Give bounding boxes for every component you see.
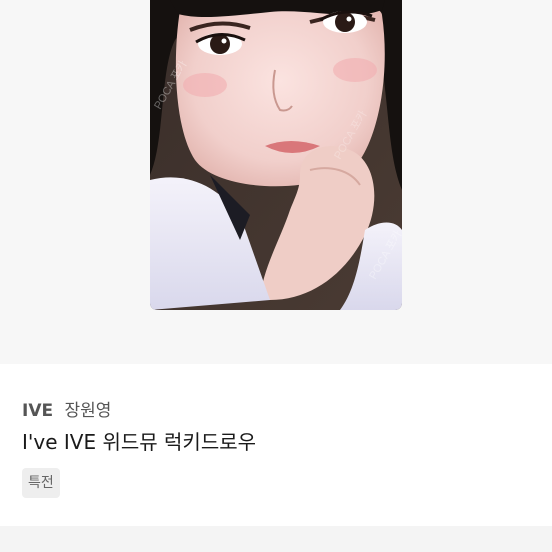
product-detail-page: POCA 포카 POCA 포카 POCA 포카 IVE 장원영 I've IVE…	[0, 0, 552, 552]
photocard-image[interactable]: POCA 포카 POCA 포카 POCA 포카	[150, 0, 402, 310]
group-name[interactable]: IVE	[22, 401, 53, 421]
member-name[interactable]: 장원영	[65, 401, 112, 421]
section-divider	[0, 526, 552, 552]
product-info: IVE 장원영 I've IVE 위드뮤 럭키드로우 특전	[0, 364, 552, 526]
product-tag-badge[interactable]: 특전	[22, 468, 60, 498]
product-title: I've IVE 위드뮤 럭키드로우	[22, 430, 257, 454]
product-meta: IVE 장원영	[22, 396, 111, 421]
photocard-illustration: POCA 포카 POCA 포카 POCA 포카	[150, 0, 402, 310]
product-image-area[interactable]: POCA 포카 POCA 포카 POCA 포카	[0, 0, 552, 364]
